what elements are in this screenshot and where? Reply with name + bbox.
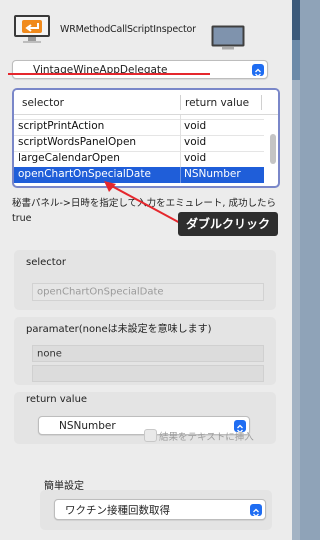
popup-stepper-icon: [250, 503, 262, 517]
red-underline-annotation: [8, 73, 210, 75]
class-popup[interactable]: VintageWineAppDelegate: [12, 60, 268, 79]
table-row[interactable]: scriptPrintAction void: [14, 119, 264, 136]
parameter-field[interactable]: none: [32, 345, 264, 362]
row-selector: largeCalendarOpen: [18, 152, 120, 164]
parameter-label: paramater(noneは未設定を意味します): [26, 324, 212, 335]
table-header: selector return value: [14, 90, 278, 115]
row-return-value: void: [184, 120, 207, 132]
desktop-edge: [292, 80, 300, 540]
popup-stepper-icon: [252, 63, 264, 77]
cell-divider: [180, 119, 181, 135]
column-header-return-value[interactable]: return value: [185, 97, 249, 109]
double-click-tooltip: ダブルクリック: [178, 212, 278, 236]
cell-divider: [180, 135, 181, 151]
parameter-field-value: none: [37, 348, 62, 359]
row-return-value: NSNumber: [184, 168, 241, 180]
row-selector: scriptWordsPanelOpen: [18, 136, 137, 148]
table-body: calendarKeyChart void scriptPrintAction …: [14, 114, 278, 186]
insert-result-label: 結果をテキストに挿入: [159, 432, 254, 443]
red-arrow-annotation: [104, 181, 183, 225]
simple-settings-popup[interactable]: ワクチン接種回数取得: [54, 499, 266, 520]
selector-field-value: openChartOnSpecialDate: [37, 286, 164, 298]
column-divider: [180, 95, 181, 110]
selector-field: openChartOnSpecialDate: [32, 283, 264, 301]
table-row[interactable]: scriptWordsPanelOpen void: [14, 135, 264, 152]
selector-label: selector: [26, 257, 66, 268]
simple-settings-value: ワクチン接種回数取得: [65, 504, 170, 516]
parameter-field-2[interactable]: [32, 365, 264, 382]
method-table[interactable]: selector return value calendarKeyChart v…: [12, 88, 280, 188]
window-title: WRMethodCallScriptInspector: [60, 24, 196, 35]
return-value-label: return value: [26, 394, 88, 405]
column-divider: [261, 95, 262, 110]
table-row[interactable]: largeCalendarOpen void: [14, 151, 264, 168]
column-header-selector[interactable]: selector: [22, 97, 64, 109]
table-scrollbar[interactable]: [270, 134, 276, 164]
desktop-edge: [292, 0, 300, 40]
row-return-value: void: [184, 152, 207, 164]
inspector-window: WRMethodCallScriptInspector VintageWineA…: [0, 0, 293, 540]
app-icon: [12, 14, 52, 46]
row-selector: scriptPrintAction: [18, 120, 105, 132]
insert-result-checkbox[interactable]: [144, 429, 157, 442]
desktop-edge: [292, 40, 300, 80]
cell-divider: [180, 151, 181, 167]
monitor-icon: [211, 25, 245, 51]
row-return-value: void: [184, 136, 207, 148]
return-value-popup-value: NSNumber: [59, 419, 116, 432]
